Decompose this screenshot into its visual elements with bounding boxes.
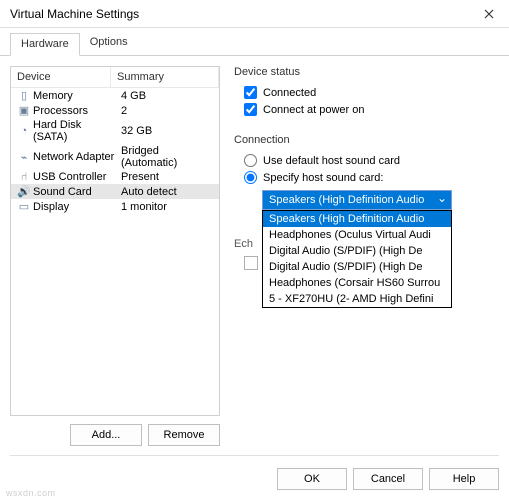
dropdown-list: Speakers (High Definition Audio Headphon… xyxy=(262,210,452,308)
remove-button[interactable]: Remove xyxy=(148,424,220,446)
memory-icon: ▯ xyxy=(17,89,31,102)
echo-checkbox-clipped[interactable] xyxy=(244,256,258,270)
table-header: Device Summary xyxy=(11,67,219,88)
dropdown-option[interactable]: Digital Audio (S/PDIF) (High De xyxy=(263,259,451,275)
window-title: Virtual Machine Settings xyxy=(10,7,139,21)
header-device[interactable]: Device xyxy=(11,67,111,87)
dropdown-option[interactable]: Headphones (Corsair HS60 Surrou xyxy=(263,275,451,291)
cpu-icon: ▣ xyxy=(17,104,31,117)
disk-icon: ◔ xyxy=(17,125,31,137)
title-bar: Virtual Machine Settings xyxy=(0,0,509,28)
connect-at-power-on-checkbox[interactable]: Connect at power on xyxy=(234,101,499,118)
device-status-label: Device status xyxy=(234,66,499,78)
sound-card-dropdown[interactable]: Speakers (High Definition Audio Speakers… xyxy=(262,190,452,210)
table-row[interactable]: ▣Processors2 xyxy=(11,103,219,118)
specify-radio[interactable]: Specify host sound card: xyxy=(234,169,499,186)
table-row[interactable]: ⌁Network AdapterBridged (Automatic) xyxy=(11,144,219,170)
footer-divider xyxy=(10,455,499,456)
connection-group: Connection Use default host sound card S… xyxy=(234,134,499,210)
header-summary[interactable]: Summary xyxy=(111,67,219,87)
dropdown-option[interactable]: Digital Audio (S/PDIF) (High De xyxy=(263,243,451,259)
device-table: Device Summary ▯Memory4 GB ▣Processors2 … xyxy=(10,66,220,416)
dialog-footer: OK Cancel Help xyxy=(277,468,499,490)
settings-pane: Device status Connected Connect at power… xyxy=(234,66,499,446)
help-button[interactable]: Help xyxy=(429,468,499,490)
cancel-button[interactable]: Cancel xyxy=(353,468,423,490)
add-button[interactable]: Add... xyxy=(70,424,142,446)
close-button[interactable] xyxy=(469,0,509,28)
table-row[interactable]: ▭Display1 monitor xyxy=(11,199,219,214)
close-icon xyxy=(484,9,494,19)
tab-options[interactable]: Options xyxy=(80,32,138,55)
watermark: wsxdn.com xyxy=(6,488,56,498)
use-default-radio[interactable]: Use default host sound card xyxy=(234,152,499,169)
table-row[interactable]: ◔Hard Disk (SATA)32 GB xyxy=(11,118,219,144)
dropdown-option[interactable]: Speakers (High Definition Audio xyxy=(263,211,451,227)
echo-label-clipped: Ech xyxy=(234,238,260,250)
table-body: ▯Memory4 GB ▣Processors2 ◔Hard Disk (SAT… xyxy=(11,88,219,415)
display-icon: ▭ xyxy=(17,200,31,213)
tabs: Hardware Options xyxy=(0,28,509,56)
table-row[interactable]: 🔊Sound CardAuto detect xyxy=(11,184,219,199)
table-row[interactable]: ⑁USB ControllerPresent xyxy=(11,170,219,184)
dropdown-selected[interactable]: Speakers (High Definition Audio xyxy=(262,190,452,210)
device-status-group: Device status Connected Connect at power… xyxy=(234,66,499,118)
table-row[interactable]: ▯Memory4 GB xyxy=(11,88,219,103)
dropdown-option[interactable]: Headphones (Oculus Virtual Audi xyxy=(263,227,451,243)
connected-checkbox[interactable]: Connected xyxy=(234,84,499,101)
ok-button[interactable]: OK xyxy=(277,468,347,490)
network-icon: ⌁ xyxy=(17,151,31,164)
device-list-pane: Device Summary ▯Memory4 GB ▣Processors2 … xyxy=(10,66,220,446)
connection-label: Connection xyxy=(234,134,499,146)
dropdown-option[interactable]: 5 - XF270HU (2- AMD High Defini xyxy=(263,291,451,307)
sound-icon: 🔊 xyxy=(17,185,31,198)
tab-hardware[interactable]: Hardware xyxy=(10,33,80,56)
usb-icon: ⑁ xyxy=(17,171,31,183)
